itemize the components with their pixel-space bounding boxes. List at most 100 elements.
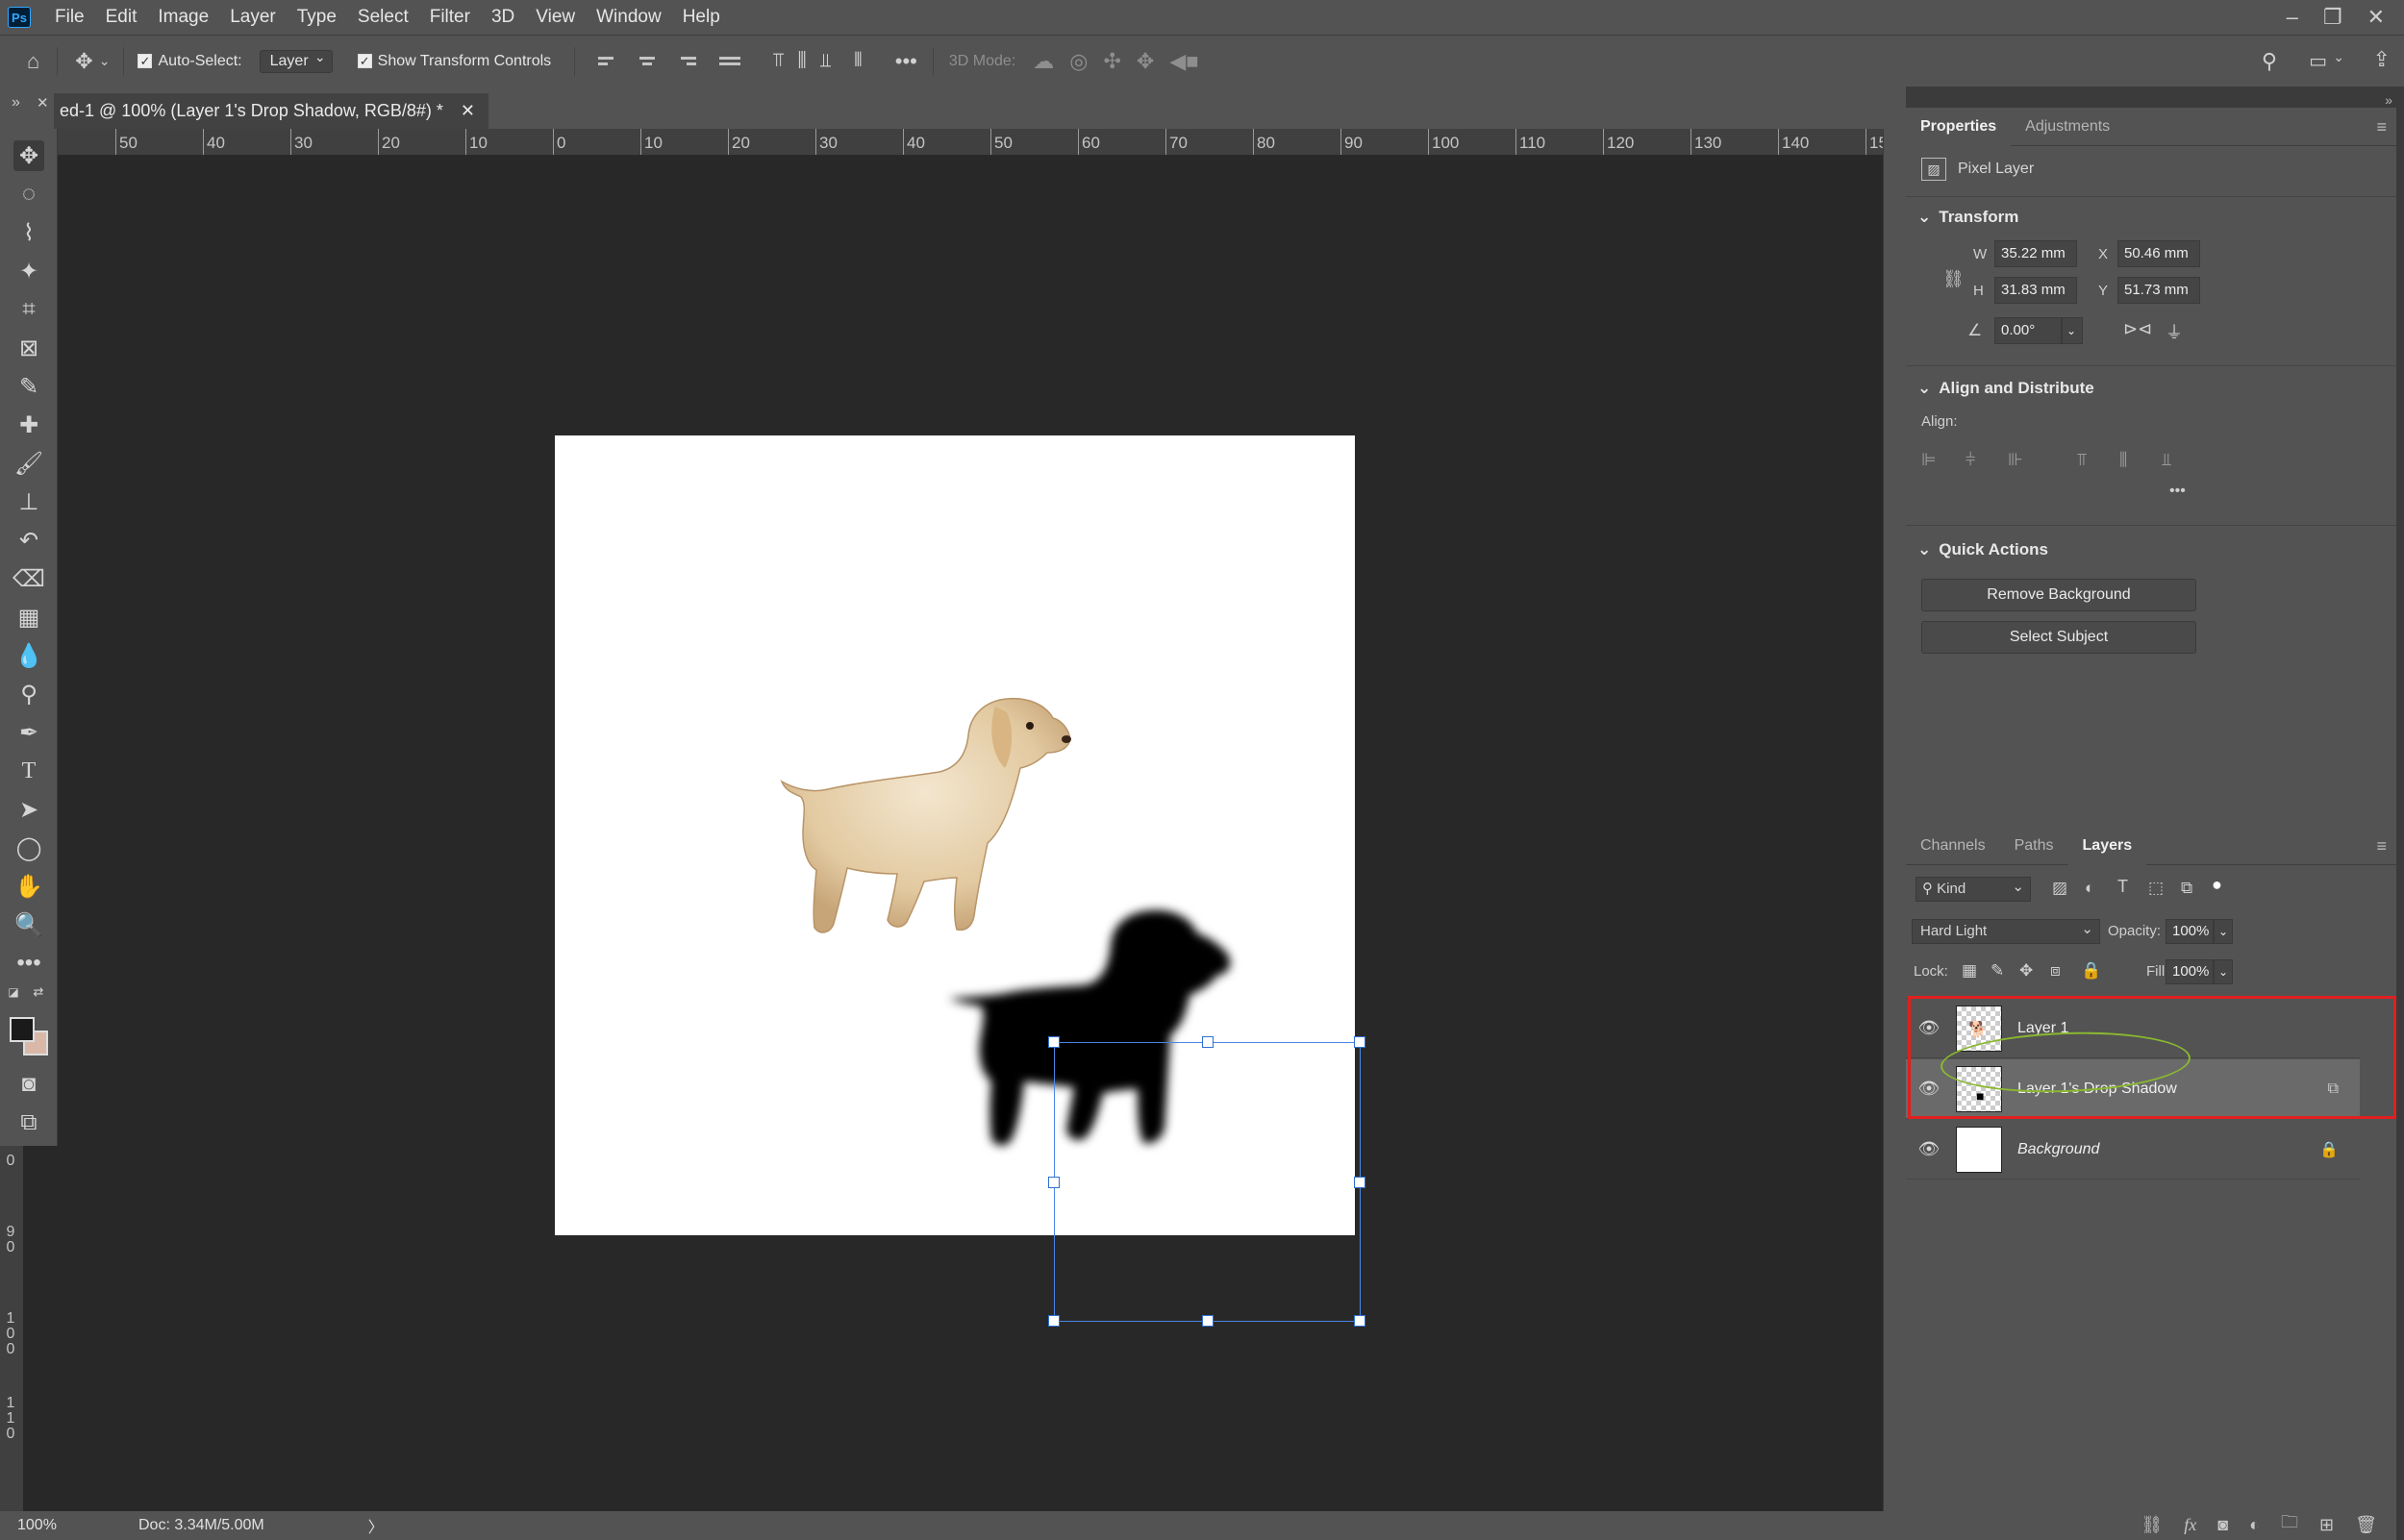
tab-layers[interactable]: Layers bbox=[2067, 826, 2147, 865]
collapse-toolbar-icon[interactable]: » bbox=[12, 94, 20, 112]
hand-tool-icon[interactable]: ✋ bbox=[13, 871, 44, 902]
lock-artboard-icon[interactable]: ⧈ bbox=[2050, 961, 2061, 981]
crop-tool-icon[interactable]: ⌗ bbox=[13, 294, 44, 325]
tab-properties[interactable]: Properties bbox=[1906, 107, 2012, 146]
quick-actions-header[interactable]: ⌄ Quick Actions bbox=[1917, 540, 2048, 559]
layers-panel-menu-icon[interactable]: ≡ bbox=[2376, 836, 2387, 857]
swap-colors-icon[interactable]: ⇄ bbox=[31, 984, 46, 1000]
status-menu-arrow[interactable]: 〉 bbox=[368, 1514, 384, 1537]
menu-filter[interactable]: Filter bbox=[419, 0, 481, 35]
filter-kind-dropdown[interactable]: ⚲ Kind ⌄ bbox=[1916, 877, 2031, 902]
menu-file[interactable]: File bbox=[44, 0, 95, 35]
move-tool-icon[interactable]: ✥ bbox=[13, 140, 44, 171]
more-align-options-icon[interactable]: ••• bbox=[2169, 483, 2186, 500]
remove-background-button[interactable]: Remove Background bbox=[1921, 579, 2196, 611]
workspace-icon[interactable]: ▭ bbox=[2309, 49, 2327, 73]
transform-handle-bottom-left[interactable] bbox=[1048, 1315, 1060, 1327]
x-position-field[interactable]: 50.46 mm bbox=[2117, 240, 2200, 267]
new-layer-icon[interactable]: ⊞ bbox=[2319, 1515, 2334, 1535]
lock-image-pixels-icon[interactable]: ✎ bbox=[1991, 961, 2004, 981]
gradient-tool-icon[interactable]: ▦ bbox=[13, 602, 44, 633]
more-options-icon[interactable]: ••• bbox=[895, 49, 917, 74]
preset-chevron-down-icon[interactable]: ⌄ bbox=[99, 53, 111, 69]
align-top-edges-icon[interactable]: ⫪ bbox=[773, 50, 784, 72]
transform-handle-right[interactable] bbox=[1354, 1177, 1365, 1188]
visibility-eye-icon[interactable]: 👁 bbox=[1914, 1079, 1944, 1099]
opacity-chevron-icon[interactable]: ⌄ bbox=[2214, 919, 2233, 944]
align-horizontal-centers-icon[interactable] bbox=[637, 51, 658, 72]
search-icon[interactable]: ⚲ bbox=[2262, 49, 2277, 74]
menu-view[interactable]: View bbox=[525, 0, 586, 35]
flip-horizontal-icon[interactable]: ⊳⊲ bbox=[2123, 319, 2152, 339]
menu-image[interactable]: Image bbox=[147, 0, 219, 35]
transform-handle-top-right[interactable] bbox=[1354, 1036, 1365, 1048]
delete-layer-icon[interactable]: 🗑 bbox=[2355, 1515, 2377, 1535]
panel-menu-icon[interactable]: ≡ bbox=[2376, 117, 2387, 137]
lock-position-icon[interactable]: ✥ bbox=[2019, 961, 2033, 981]
height-field[interactable]: 31.83 mm bbox=[1994, 277, 2077, 304]
menu-type[interactable]: Type bbox=[287, 0, 347, 35]
menu-window[interactable]: Window bbox=[586, 0, 672, 35]
eyedropper-tool-icon[interactable]: ✎ bbox=[13, 371, 44, 402]
elliptical-marquee-tool-icon[interactable]: ◌ bbox=[13, 179, 44, 210]
collapse-panels-icon[interactable]: » bbox=[2385, 92, 2392, 108]
select-subject-button[interactable]: Select Subject bbox=[1921, 621, 2196, 654]
transform-handle-left[interactable] bbox=[1048, 1177, 1060, 1188]
align-vertical-centers-icon[interactable]: ⫼ bbox=[797, 50, 806, 72]
width-field[interactable]: 35.22 mm bbox=[1994, 240, 2077, 267]
align-right-edges-icon[interactable] bbox=[675, 51, 697, 72]
auto-select-checkbox[interactable]: ✓ bbox=[138, 54, 153, 68]
menu-select[interactable]: Select bbox=[347, 0, 419, 35]
new-adjustment-layer-icon[interactable]: ◐ bbox=[2249, 1515, 2260, 1535]
menu-3d[interactable]: 3D bbox=[481, 0, 525, 35]
document-tab[interactable]: ed-1 @ 100% (Layer 1's Drop Shadow, RGB/… bbox=[54, 92, 489, 129]
layer-row-drop-shadow[interactable]: 👁 ■ Layer 1's Drop Shadow ⧉ bbox=[1906, 1059, 2360, 1119]
menu-help[interactable]: Help bbox=[672, 0, 731, 35]
new-group-icon[interactable]: 🗀 bbox=[2281, 1510, 2298, 1539]
filter-type-icon[interactable]: T bbox=[2117, 877, 2128, 897]
flip-vertical-icon[interactable]: ⏚ bbox=[2166, 319, 2183, 344]
transform-section-header[interactable]: ⌄ Transform bbox=[1917, 208, 2018, 227]
panel-align-vcenter-icon[interactable]: ⫼ bbox=[2119, 450, 2127, 470]
healing-brush-tool-icon[interactable]: ✚ bbox=[13, 410, 44, 440]
minimize-icon[interactable]: – bbox=[2287, 5, 2298, 30]
screen-mode-icon[interactable]: ⧉ bbox=[13, 1107, 44, 1138]
angle-field[interactable]: 0.00° bbox=[1994, 317, 2062, 344]
close-window-icon[interactable]: ✕ bbox=[2367, 5, 2385, 30]
restore-icon[interactable]: ❐ bbox=[2323, 5, 2342, 30]
filter-adjustment-icon[interactable]: ◐ bbox=[2085, 879, 2094, 898]
add-mask-icon[interactable]: ◙ bbox=[2217, 1515, 2228, 1535]
align-bottom-edges-icon[interactable]: ⫫ bbox=[820, 50, 831, 72]
polygonal-lasso-tool-icon[interactable]: ⌇ bbox=[13, 217, 44, 248]
eraser-tool-icon[interactable]: ⌫ bbox=[13, 563, 45, 594]
tab-adjustments[interactable]: Adjustments bbox=[2011, 108, 2124, 146]
align-left-edges-icon[interactable] bbox=[598, 51, 619, 72]
frame-tool-icon[interactable]: ⊠ bbox=[13, 333, 44, 363]
layer-row-background[interactable]: 👁 Background 🔒 bbox=[1906, 1120, 2360, 1180]
tab-channels[interactable]: Channels bbox=[1906, 827, 2000, 865]
canvas-vertical-scrollbar[interactable] bbox=[1883, 129, 1906, 1511]
fill-chevron-icon[interactable]: ⌄ bbox=[2214, 959, 2233, 984]
menu-edit[interactable]: Edit bbox=[95, 0, 148, 35]
distribute-horizontal-icon[interactable]: ⦀ bbox=[854, 50, 863, 72]
panel-align-hcenter-icon[interactable]: ⫩ bbox=[1966, 450, 1975, 470]
blur-tool-icon[interactable]: 💧 bbox=[13, 640, 44, 671]
transform-handle-top-left[interactable] bbox=[1048, 1036, 1060, 1048]
panel-align-left-icon[interactable]: ⊫ bbox=[1921, 450, 1937, 470]
y-position-field[interactable]: 51.73 mm bbox=[2117, 277, 2200, 304]
lock-transparent-pixels-icon[interactable]: ▦ bbox=[1962, 961, 1977, 981]
show-transform-checkbox[interactable]: ✓ bbox=[357, 54, 372, 68]
workspace-chevron-icon[interactable]: ⌄ bbox=[2333, 49, 2344, 65]
history-brush-tool-icon[interactable]: ↶ bbox=[13, 525, 44, 556]
move-tool-preset-icon[interactable]: ✥ bbox=[75, 49, 92, 74]
opacity-field[interactable]: 100% bbox=[2166, 919, 2214, 944]
filter-pixel-icon[interactable]: ▨ bbox=[2052, 879, 2067, 898]
panel-align-right-icon[interactable]: ⊪ bbox=[2008, 450, 2023, 470]
link-layers-icon[interactable]: ⛓ bbox=[2141, 1515, 2163, 1535]
ellipse-tool-icon[interactable]: ◯ bbox=[13, 832, 44, 863]
zoom-level[interactable]: 100% bbox=[0, 1517, 71, 1534]
angle-dropdown-icon[interactable]: ⌄ bbox=[2062, 317, 2083, 344]
visibility-eye-icon[interactable]: 👁 bbox=[1914, 1018, 1944, 1038]
layer-name[interactable]: Layer 1's Drop Shadow bbox=[2017, 1080, 2177, 1098]
clone-stamp-tool-icon[interactable]: ⊥ bbox=[13, 486, 44, 517]
